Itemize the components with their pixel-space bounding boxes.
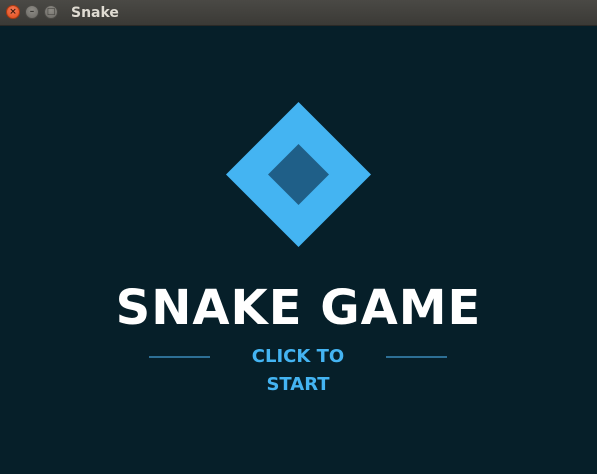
- window-title: Snake: [71, 5, 119, 21]
- left-divider: [149, 356, 210, 358]
- diamond-logo-icon: [226, 102, 371, 247]
- start-screen[interactable]: SNAKE GAME CLICK TO START: [0, 26, 597, 474]
- game-title: SNAKE GAME: [115, 280, 482, 336]
- title-bar[interactable]: × – □ Snake: [0, 0, 597, 26]
- click-to-start-button[interactable]: CLICK TO START: [218, 343, 378, 395]
- maximize-button[interactable]: □: [44, 5, 58, 19]
- close-button[interactable]: ×: [6, 5, 20, 19]
- start-row: CLICK TO START: [149, 343, 447, 395]
- minimize-button[interactable]: –: [25, 5, 39, 19]
- close-icon: ×: [9, 7, 17, 17]
- maximize-icon: □: [46, 7, 56, 17]
- game-window: × – □ Snake SNAKE GAME CLICK TO START: [0, 0, 597, 474]
- right-divider: [386, 356, 447, 358]
- minimize-icon: –: [29, 7, 35, 17]
